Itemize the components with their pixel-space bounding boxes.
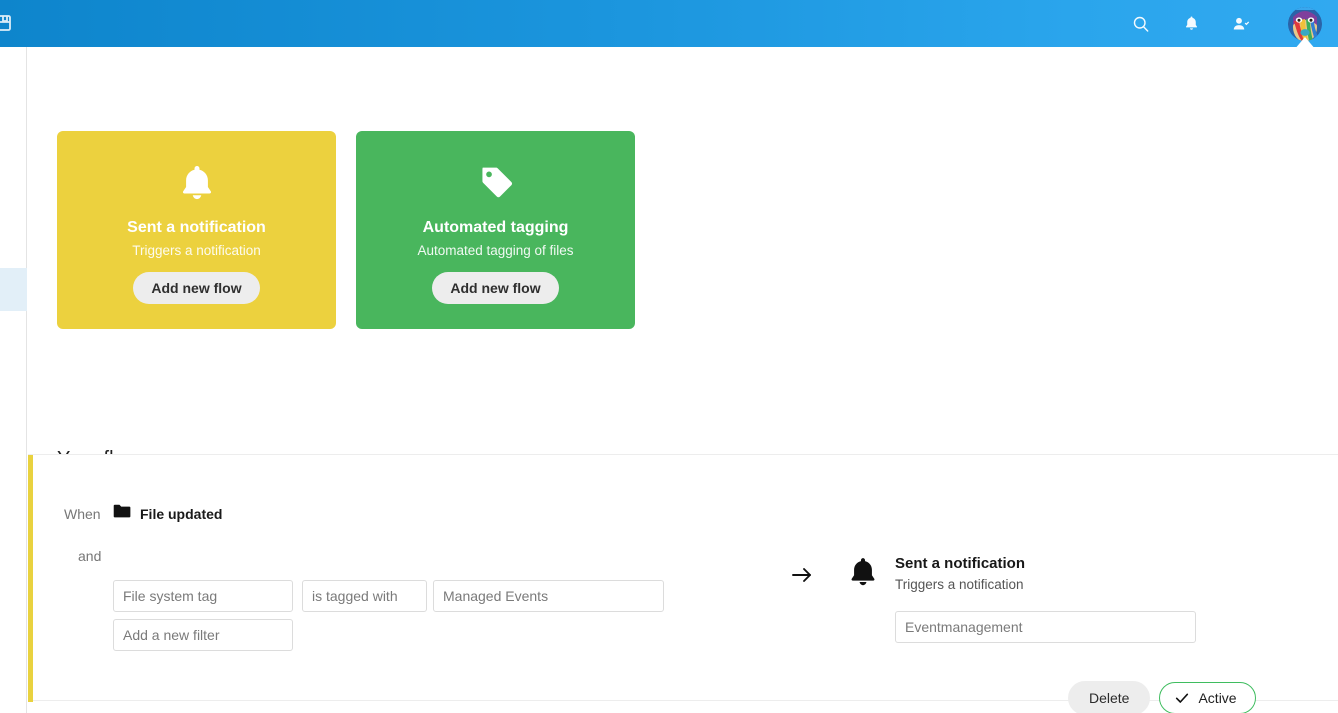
template-title: Automated tagging — [422, 219, 569, 236]
bell-icon — [175, 157, 219, 209]
available-flows-list: Sent a notification Triggers a notificat… — [57, 131, 635, 329]
active-toggle-button[interactable]: Active — [1159, 682, 1256, 713]
flow-template-card-sent-a-notification[interactable]: Sent a notification Triggers a notificat… — [57, 131, 336, 329]
flow-and-label: and — [78, 548, 102, 564]
filter-value-input[interactable] — [433, 580, 664, 612]
tag-icon — [474, 157, 518, 209]
template-title: Sent a notification — [127, 219, 266, 236]
sidebar-item-selected[interactable] — [0, 268, 27, 311]
main-content: Available flows Sent a notification Trig… — [28, 47, 1338, 713]
notifications-bell-icon[interactable] — [1180, 13, 1202, 35]
flow-accent-bar — [28, 455, 33, 702]
bell-icon — [844, 550, 882, 594]
add-new-filter-input[interactable] — [113, 619, 293, 651]
flow-trigger[interactable]: File updated — [113, 504, 222, 524]
active-toggle-label: Active — [1198, 690, 1237, 706]
flow-trigger-label: File updated — [140, 506, 223, 522]
flow-actions: Delete Active — [1068, 681, 1256, 713]
check-icon — [1174, 690, 1190, 706]
search-icon[interactable] — [1130, 13, 1152, 35]
template-description: Triggers a notification — [132, 243, 261, 258]
flow-template-card-automated-tagging[interactable]: Automated tagging Automated tagging of f… — [356, 131, 635, 329]
delete-button[interactable]: Delete — [1068, 681, 1151, 713]
add-new-flow-button-notification[interactable]: Add new flow — [133, 272, 260, 304]
sidebar — [0, 47, 27, 713]
avatar-dropdown-pointer — [1294, 36, 1316, 50]
flow-action-description: Triggers a notification — [895, 577, 1024, 592]
app-header — [0, 0, 1338, 50]
filter-operator-input[interactable] — [302, 580, 427, 612]
flow-row: When and File updated Se — [28, 454, 1338, 713]
folder-icon — [113, 504, 131, 524]
contacts-icon[interactable] — [1230, 13, 1252, 35]
notification-target-input[interactable] — [895, 611, 1196, 643]
filter-check-input[interactable] — [113, 580, 293, 612]
app-logo-icon[interactable] — [0, 11, 14, 35]
flow-when-label: When — [64, 506, 101, 522]
header-actions — [1130, 0, 1322, 50]
template-description: Automated tagging of files — [417, 243, 574, 258]
add-new-flow-button-tagging[interactable]: Add new flow — [432, 272, 559, 304]
user-avatar-image — [1288, 6, 1322, 41]
arrow-right-icon — [790, 563, 814, 587]
avatar[interactable] — [1288, 6, 1322, 50]
flow-action-title: Sent a notification — [895, 555, 1026, 572]
